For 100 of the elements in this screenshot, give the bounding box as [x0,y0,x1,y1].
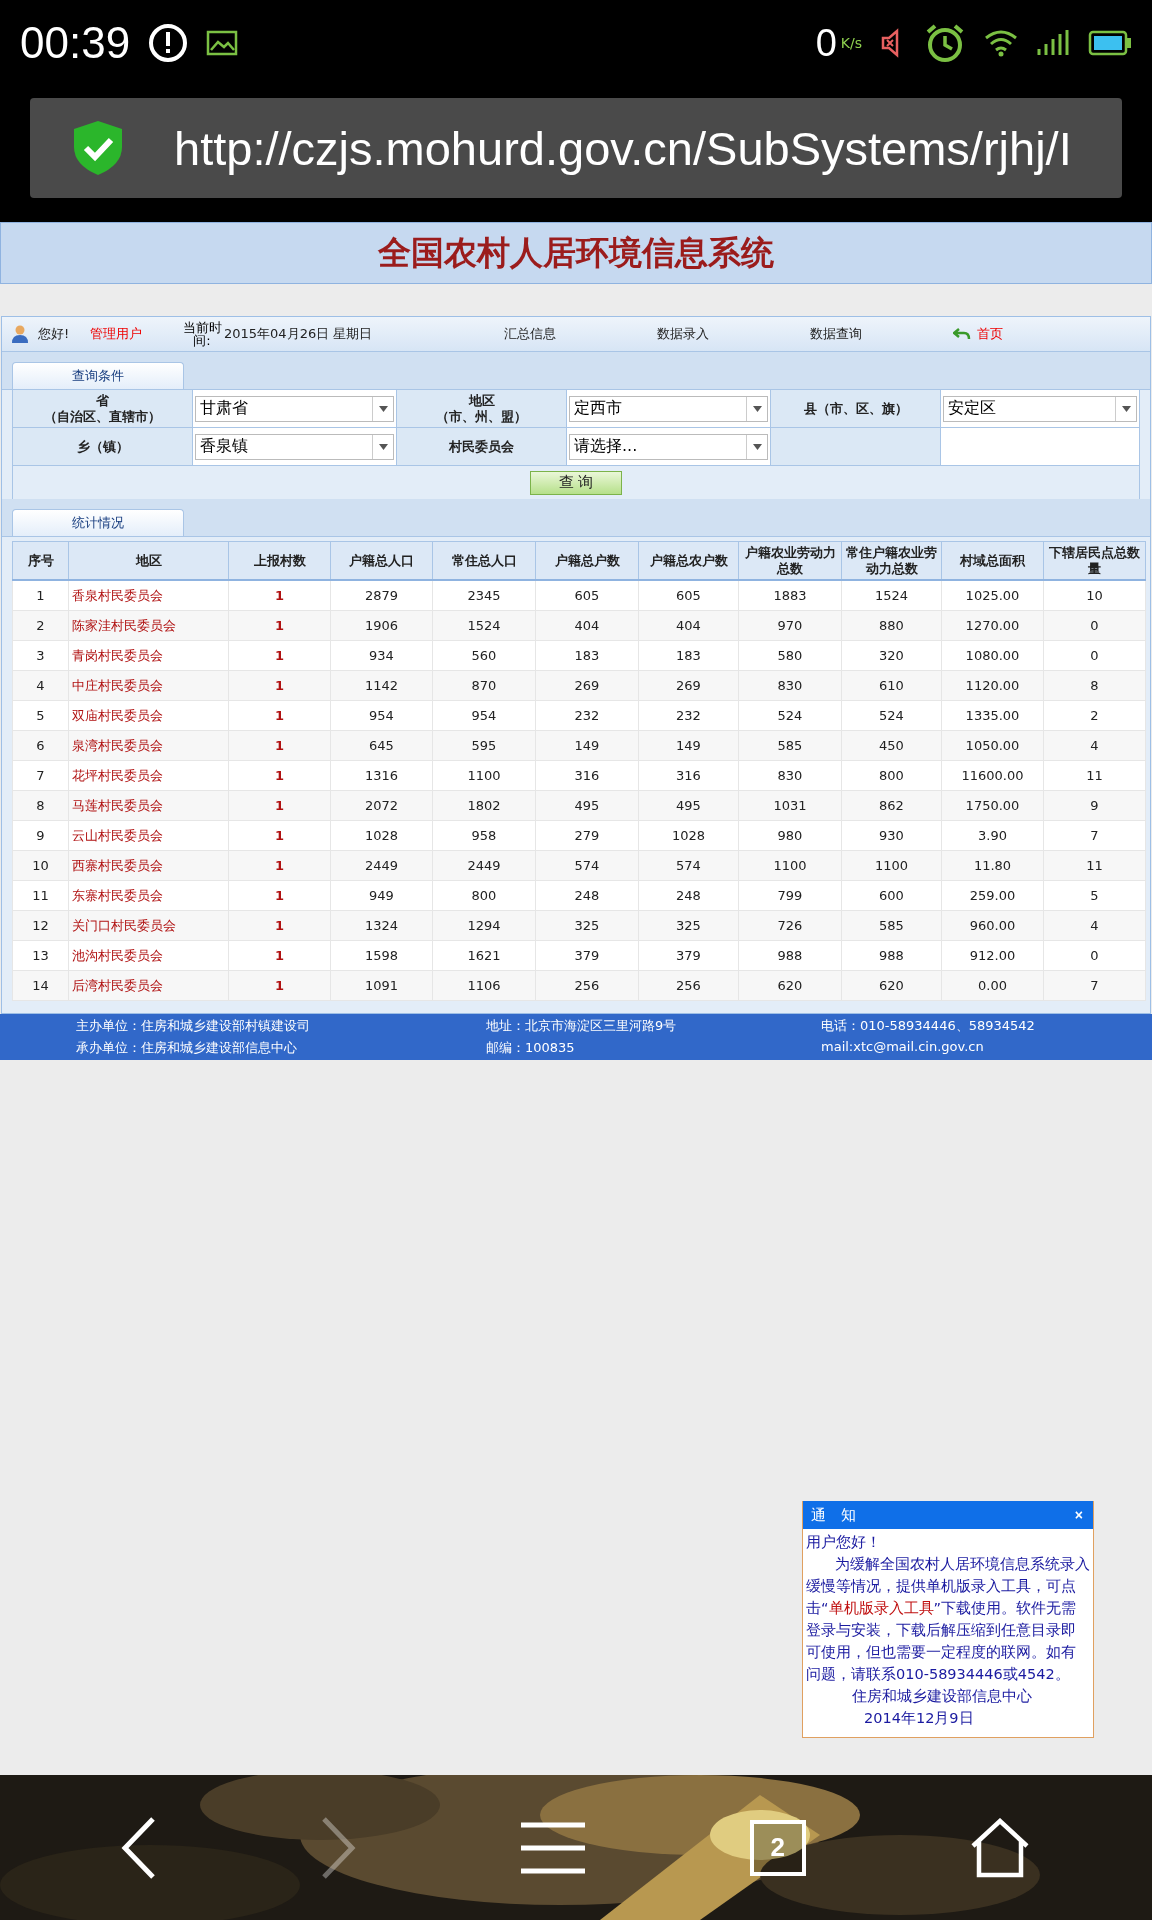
field-label: 县（市、区、旗） [771,390,941,428]
table-cell: 1031 [738,790,842,821]
table-cell: 1 [228,700,331,731]
site-title: 全国农村人居环境信息系统 [378,231,774,274]
table-cell: 232 [638,700,739,731]
network-speed: 0 [815,21,837,65]
table-cell: 11600.00 [941,760,1044,791]
table-cell: 1324 [330,910,433,941]
table-cell: 269 [535,670,639,701]
column-header: 户籍总人口 [330,541,433,580]
table-cell: 830 [738,670,842,701]
table-cell: 605 [638,580,739,611]
select-field[interactable]: 香泉镇 [195,433,394,460]
village-link[interactable]: 花坪村民委员会 [68,760,229,791]
village-link[interactable]: 关门口村民委员会 [68,910,229,941]
table-cell: 960.00 [941,910,1044,941]
nav-link[interactable]: 数据录入 [657,325,810,343]
speed-unit: K/s [840,35,862,51]
stats-tab[interactable]: 统计情况 [12,509,184,536]
close-button[interactable]: × [1074,1507,1083,1523]
column-header: 户籍农业劳动力总数 [738,541,842,580]
village-link[interactable]: 东寨村民委员会 [68,880,229,911]
table-cell: 10 [12,850,69,881]
table-cell: 560 [432,640,536,671]
table-cell: 934 [330,640,433,671]
table-cell: 149 [638,730,739,761]
table-cell: 259.00 [941,880,1044,911]
village-link[interactable]: 陈家洼村民委员会 [68,610,229,641]
table-cell: 0.00 [941,970,1044,1001]
select-field[interactable]: 甘肃省 [195,395,394,422]
notice-signature: 住房和城乡建设部信息中心 [851,1687,1033,1706]
select-field[interactable]: 安定区 [943,395,1137,422]
nav-link[interactable]: 数据查询 [810,325,963,343]
table-cell: 1100 [738,850,842,881]
table-cell: 1 [228,910,331,941]
table-cell: 620 [738,970,842,1001]
caret-icon [752,405,762,412]
table-cell: 0 [1043,640,1146,671]
battery-icon [1088,30,1132,56]
table-cell: 279 [535,820,639,851]
table-cell: 379 [535,940,639,971]
village-link[interactable]: 池沟村民委员会 [68,940,229,971]
table-cell: 1270.00 [941,610,1044,641]
table-cell: 1 [228,940,331,971]
village-link[interactable]: 双庙村民委员会 [68,700,229,731]
table-cell: 1335.00 [941,700,1044,731]
table-cell: 379 [638,940,739,971]
village-link[interactable]: 青岗村民委员会 [68,640,229,671]
column-header: 地区 [68,541,229,580]
table-cell: 1316 [330,760,433,791]
table-cell: 600 [841,880,942,911]
table-cell: 149 [535,730,639,761]
table-cell: 1906 [330,610,433,641]
table-cell: 585 [841,910,942,941]
table-cell: 11 [12,880,69,911]
table-cell: 524 [841,700,942,731]
table-cell: 325 [638,910,739,941]
table-cell: 1 [228,790,331,821]
column-header: 常住总人口 [432,541,536,580]
user-name: 管理用户 [90,325,143,343]
table-cell: 1028 [330,820,433,851]
table-cell: 1106 [432,970,536,1001]
download-link[interactable]: 单机版录入工具 [828,1600,934,1616]
village-link[interactable]: 中庄村民委员会 [68,670,229,701]
village-link[interactable]: 泉湾村民委员会 [68,730,229,761]
select-field[interactable]: 请选择... [569,433,768,460]
table-cell: 620 [841,970,942,1001]
table-cell: 1 [228,730,331,761]
village-link[interactable]: 香泉村民委员会 [68,580,229,611]
select-field[interactable]: 定西市 [569,395,768,422]
village-link[interactable]: 西寨村民委员会 [68,850,229,881]
query-button[interactable]: 查 询 [530,470,622,495]
table-cell: 2 [1043,700,1146,731]
address-bar[interactable]: http://czjs.mohurd.gov.cn/SubSystems/rjhj/I [30,98,1122,198]
table-cell: 958 [432,820,536,851]
table-cell: 954 [330,700,433,731]
signal-icon [1036,29,1070,57]
back-button[interactable] [121,1815,158,1880]
menu-button[interactable] [519,1820,587,1875]
table-cell: 1 [228,970,331,1001]
return-arrow-icon [953,327,971,341]
nav-link[interactable]: 汇总信息 [504,325,657,343]
table-cell: 495 [638,790,739,821]
table-cell: 4 [1043,730,1146,761]
table-cell: 1524 [841,580,942,611]
table-cell: 3.90 [941,820,1044,851]
column-header: 村域总面积 [941,541,1044,580]
table-cell: 1 [12,580,69,611]
notice-message: 为缓解全国农村人居环境信息系统录入缓慢等情况，提供单机版录入工具，可点击“单机版录入工具”下载使用。软件无需登录与安装，下载后解压缩到任意目录即可使用，但也需要一定程度的联网。如有问题，请联系010-58934446或4542。 [806,1555,1090,1684]
table-cell: 256 [638,970,739,1001]
table-cell: 10 [1043,580,1146,611]
caret-icon [378,405,388,412]
village-link[interactable]: 云山村民委员会 [68,820,229,851]
notice-title: 通 知 [811,1505,856,1525]
village-link[interactable]: 后湾村民委员会 [68,970,229,1001]
home-link[interactable]: 首页 [977,325,1003,343]
footer-text: 邮编：100835 [486,1039,576,1057]
query-tab[interactable]: 查询条件 [12,362,184,389]
village-link[interactable]: 马莲村民委员会 [68,790,229,821]
column-header: 上报村数 [228,541,331,580]
